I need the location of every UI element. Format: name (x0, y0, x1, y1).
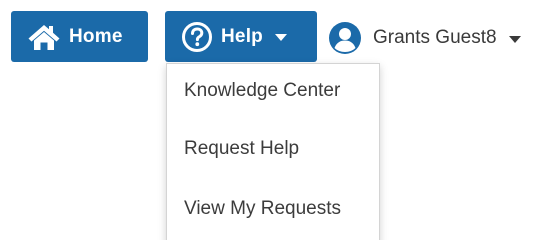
top-navigation: Home Help Grants Guest8 Knowledge Center… (0, 0, 541, 240)
caret-down-icon (274, 34, 287, 41)
caret-down-icon (508, 35, 521, 43)
menu-item-view-my-requests[interactable]: View My Requests (184, 198, 341, 220)
user-menu[interactable]: Grants Guest8 (328, 18, 521, 58)
home-button-label: Home (69, 25, 123, 47)
home-icon (27, 23, 61, 51)
question-circle-icon (181, 21, 213, 53)
user-name: Grants Guest8 (373, 27, 497, 48)
user-circle-icon (328, 21, 362, 55)
menu-item-request-help[interactable]: Request Help (184, 138, 299, 160)
help-dropdown-menu: Knowledge Center Request Help View My Re… (166, 63, 380, 240)
help-button-label: Help (221, 25, 263, 47)
home-button[interactable]: Home (11, 11, 148, 62)
help-dropdown-button[interactable]: Help (165, 11, 317, 62)
menu-item-knowledge-center[interactable]: Knowledge Center (184, 80, 340, 102)
